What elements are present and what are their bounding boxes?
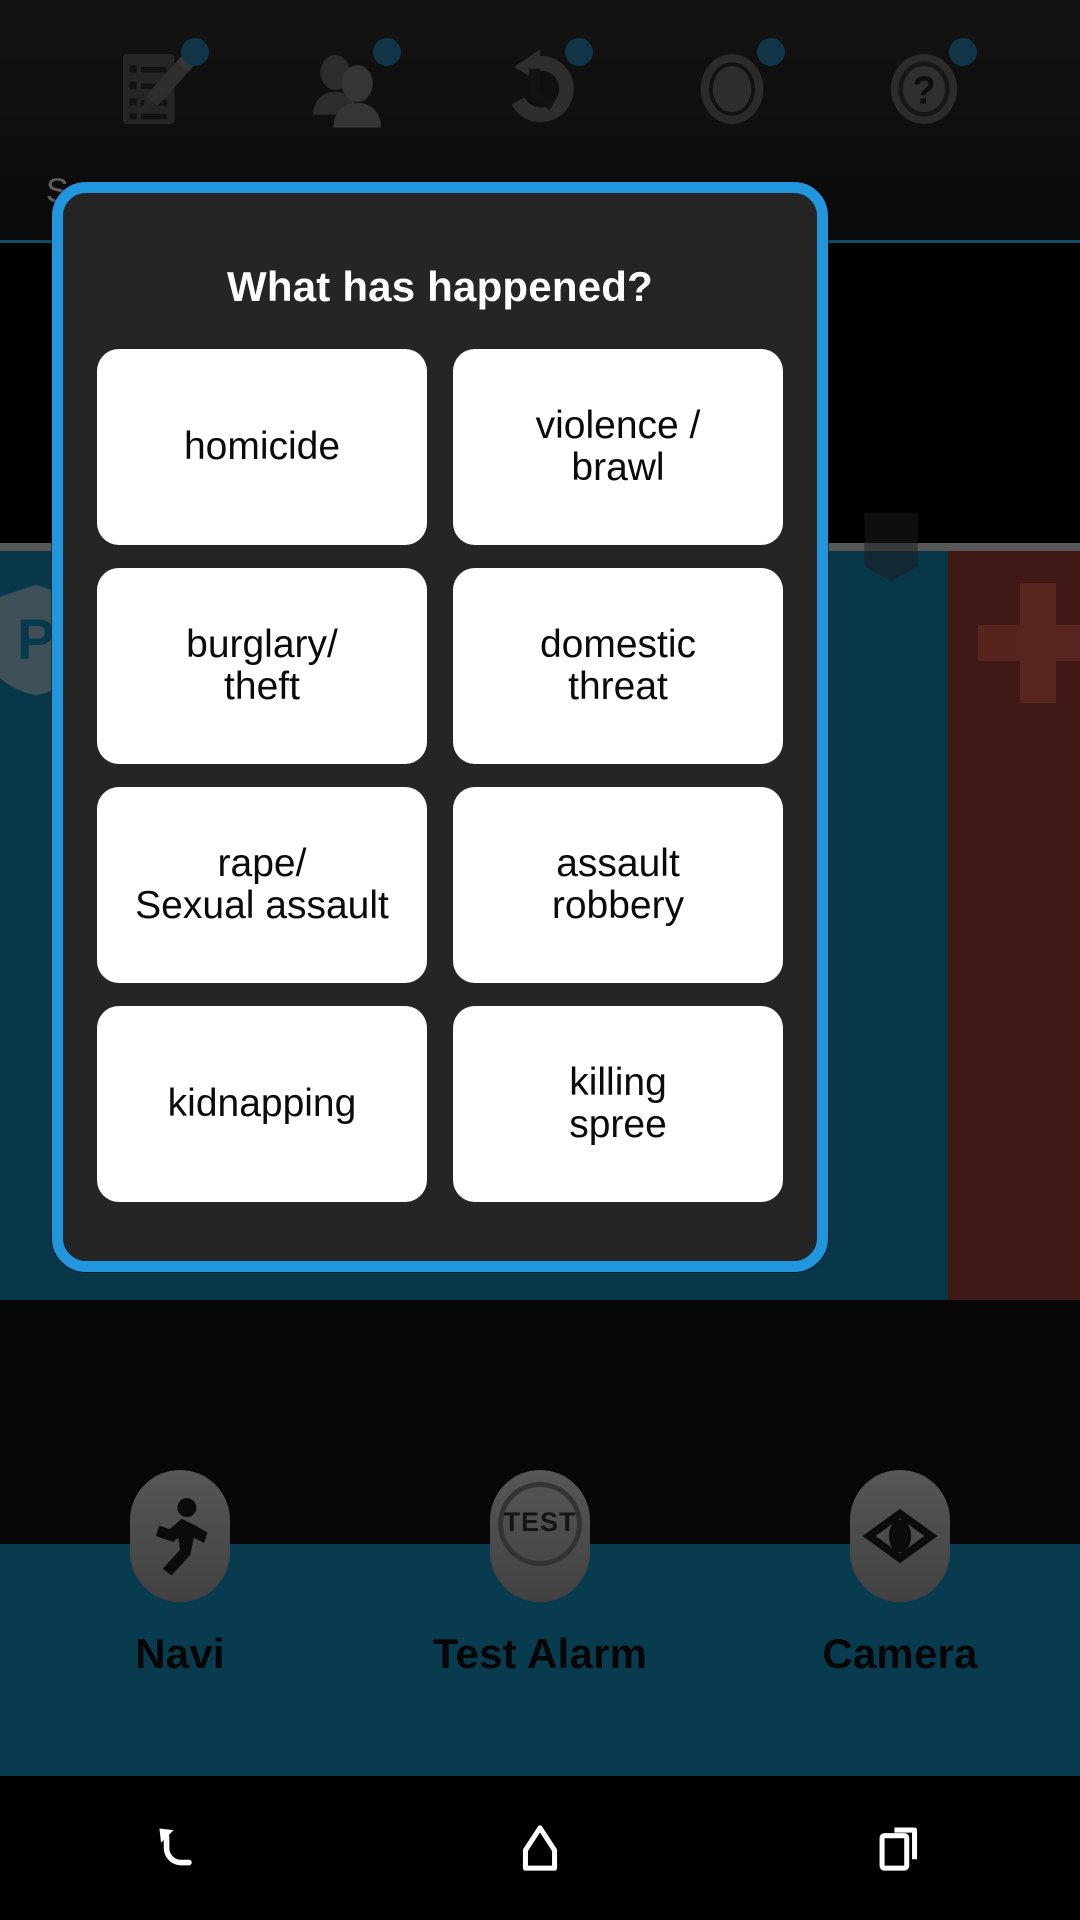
option-violence-brawl[interactable]: violence / brawl [453, 349, 783, 545]
back-icon[interactable] [100, 1776, 260, 1920]
phone-screen: ? S P Navi TEST Test Alarm Camera What h… [0, 0, 1080, 1920]
home-icon[interactable] [460, 1776, 620, 1920]
dialog-title: What has happened? [227, 263, 653, 310]
option-rape-sexual-assault[interactable]: rape/ Sexual assault [97, 787, 427, 983]
android-navigation-bar [0, 1776, 1080, 1920]
recents-icon[interactable] [820, 1776, 980, 1920]
option-kidnapping[interactable]: kidnapping [97, 1006, 427, 1202]
incident-option-grid: homicide violence / brawl burglary/ thef… [97, 349, 783, 1202]
option-homicide[interactable]: homicide [97, 349, 427, 545]
what-happened-dialog: What has happened? homicide violence / b… [52, 182, 828, 1272]
option-burglary-theft[interactable]: burglary/ theft [97, 568, 427, 764]
option-killing-spree[interactable]: killing spree [453, 1006, 783, 1202]
option-assault-robbery[interactable]: assault robbery [453, 787, 783, 983]
option-domestic-threat[interactable]: domestic threat [453, 568, 783, 764]
